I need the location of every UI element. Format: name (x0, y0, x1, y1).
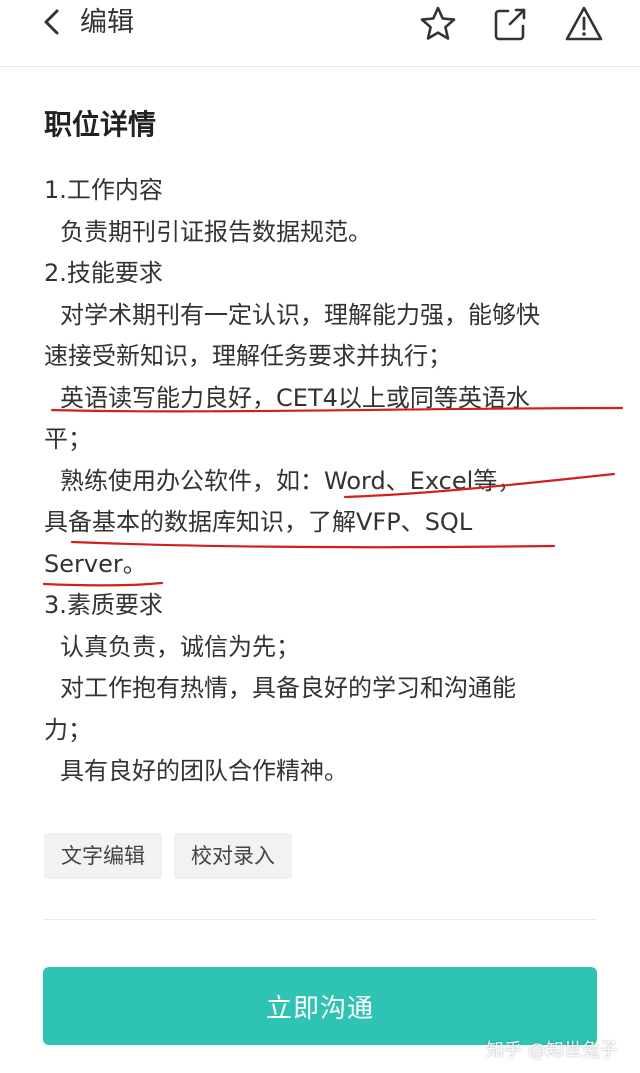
tag-item[interactable]: 校对录入 (174, 833, 292, 879)
description-line: 熟练使用办公软件，如：Word、Excel等， (60, 466, 522, 495)
description-line: Server。 (44, 549, 147, 578)
description-line: 力； (44, 715, 92, 744)
description-line: 英语读写能力良好，CET4以上或同等英语水 (60, 383, 530, 412)
watermark: 知乎 @知世兔子 (486, 1040, 618, 1061)
top-bar: 编辑 (0, 0, 640, 67)
job-description: 1.工作内容 负责期刊引证报告数据规范。 2.技能要求 对学术期刊有一定认识，理… (44, 170, 604, 793)
page-title: 编辑 (80, 7, 134, 38)
tag-item[interactable]: 文字编辑 (44, 833, 162, 879)
description-line: 负责期刊引证报告数据规范。 (60, 217, 372, 246)
description-line: 具有良好的团队合作精神。 (60, 757, 348, 785)
skill-tags: 文字编辑 校对录入 (44, 833, 292, 879)
contact-now-button[interactable]: 立即沟通 (43, 967, 597, 1045)
share-icon[interactable] (488, 2, 532, 46)
section-title: 职位详情 (44, 108, 157, 141)
description-line: 1.工作内容 (44, 176, 163, 204)
description-line: 对工作抱有热情，具备良好的学习和沟通能 (60, 674, 516, 702)
description-line: 对学术期刊有一定认识，理解能力强，能够快 (60, 300, 540, 329)
warning-icon[interactable] (562, 2, 606, 46)
description-line: 3.素质要求 (44, 591, 163, 619)
description-line: 具备基本的数据库知识，了解VFP、SQL (44, 508, 473, 536)
description-line: 认真负责，诚信为先； (60, 632, 300, 661)
description-line: 平； (44, 425, 92, 453)
description-line: 速接受新知识，理解任务要求并执行； (44, 342, 452, 370)
back-arrow-icon[interactable] (38, 8, 66, 36)
star-icon[interactable] (416, 2, 460, 46)
divider (44, 919, 596, 920)
description-line: 2.技能要求 (44, 259, 163, 287)
